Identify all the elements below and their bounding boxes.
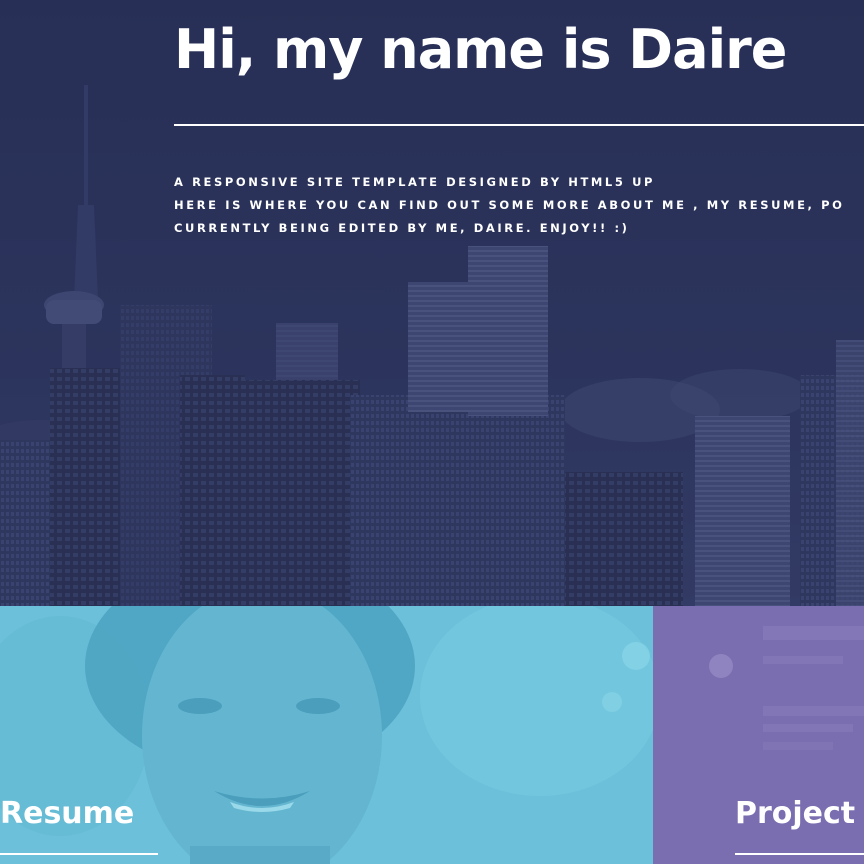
banner: Hi, my name is Daire A RESPONSIVE SITE T… <box>0 0 864 606</box>
banner-header: Hi, my name is Daire <box>174 14 864 86</box>
banner-divider <box>174 124 864 126</box>
banner-overlay <box>0 0 864 606</box>
banner-line-2: HERE IS WHERE YOU CAN FIND OUT SOME MORE… <box>174 198 845 212</box>
tile-resume-title[interactable]: Resume <box>0 794 134 834</box>
tile-resume-divider <box>0 853 158 855</box>
banner-description: A RESPONSIVE SITE TEMPLATE DESIGNED BY H… <box>174 171 864 240</box>
tile-resume[interactable]: Resume <box>0 606 653 864</box>
banner-line-1: A RESPONSIVE SITE TEMPLATE DESIGNED BY H… <box>174 175 656 189</box>
tile-projects[interactable]: Project F <box>653 606 864 864</box>
tile-projects-divider <box>735 853 864 855</box>
tile-projects-title[interactable]: Project F <box>735 794 864 834</box>
banner-title: Hi, my name is Daire <box>174 18 787 81</box>
banner-line-3: CURRENTLY BEING EDITED BY ME, DAIRE. ENJ… <box>174 221 630 235</box>
